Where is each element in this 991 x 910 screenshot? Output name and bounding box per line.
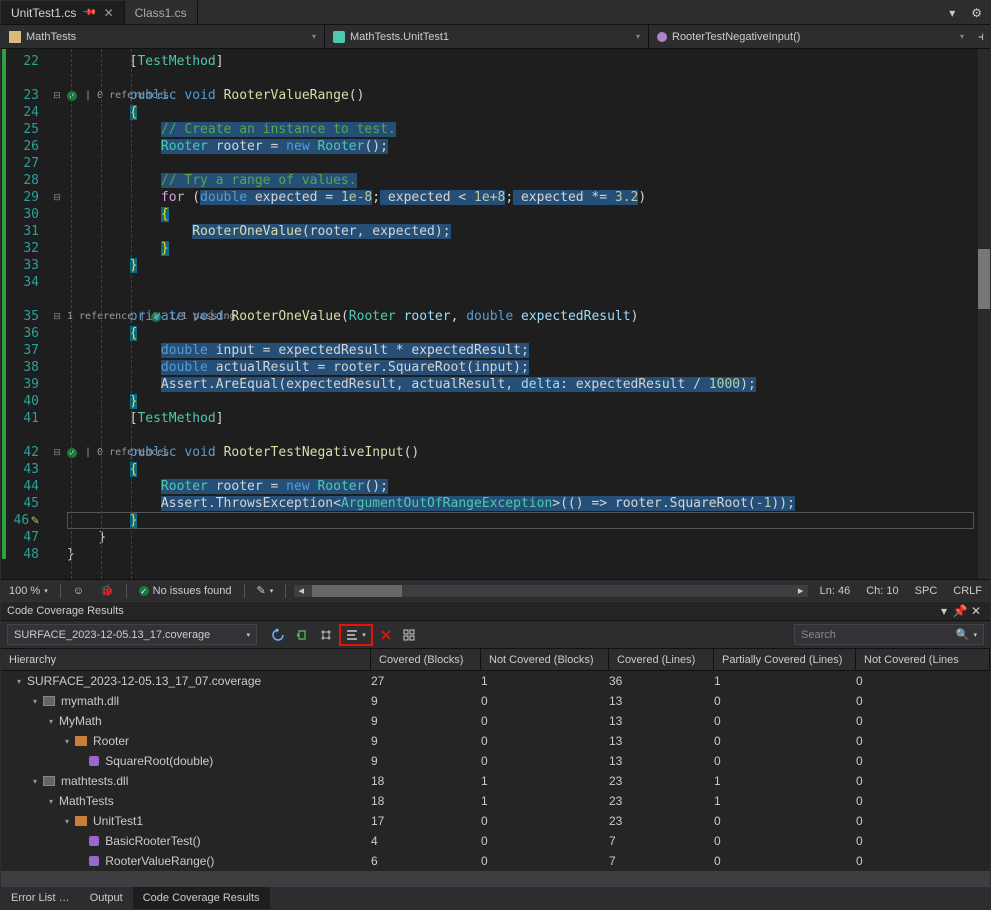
- expand-icon[interactable]: [81, 837, 83, 846]
- expand-icon[interactable]: ▾: [65, 737, 69, 746]
- refresh-icon[interactable]: [267, 624, 289, 646]
- table-row[interactable]: ▾UnitTest11702300: [1, 811, 990, 831]
- search-icon: 🔍: [956, 628, 970, 641]
- coverage-panel-header: Code Coverage Results ▾ 📌 ✕: [1, 601, 990, 621]
- lineending-indicator[interactable]: CRLF: [949, 585, 986, 597]
- tab-label: Class1.cs: [135, 6, 187, 20]
- col-covered-lines[interactable]: Covered (Lines): [609, 649, 714, 670]
- code-editor[interactable]: 2202324252627282930313233340353637383940…: [1, 49, 990, 579]
- table-row[interactable]: ▾mymath.dll901300: [1, 691, 990, 711]
- col-partial-lines[interactable]: Partially Covered (Lines): [714, 649, 856, 670]
- coverage-rows: ▾SURFACE_2023-12-05.13_17_07.coverage271…: [1, 671, 990, 871]
- pin-icon[interactable]: 📌: [82, 5, 98, 21]
- table-row[interactable]: SquareRoot(double)901300: [1, 751, 990, 771]
- table-row[interactable]: ▾Rooter901300: [1, 731, 990, 751]
- screwdriver-icon[interactable]: ✎ ▾: [253, 584, 278, 597]
- editor-status-bar: 100 % ▾ ☺ 🐞 No issues found ✎ ▾ ◂▸ Ln: 4…: [1, 579, 990, 601]
- navigation-bar: MathTests▾ MathTests.UnitTest1▾ RooterTe…: [1, 25, 990, 49]
- line-indicator[interactable]: Ln: 46: [816, 585, 855, 597]
- indent-indicator[interactable]: SPC: [911, 585, 942, 597]
- import-icon[interactable]: [291, 624, 313, 646]
- expand-icon[interactable]: ▾: [49, 797, 53, 806]
- pin-icon[interactable]: 📌: [952, 604, 968, 618]
- dll-icon: [43, 696, 55, 706]
- merge-icon[interactable]: [399, 624, 421, 646]
- overview-scrollbar[interactable]: [978, 49, 990, 579]
- col-hierarchy[interactable]: Hierarchy: [1, 649, 371, 670]
- expand-icon[interactable]: [81, 857, 83, 866]
- expand-icon[interactable]: ▾: [49, 717, 53, 726]
- tool-window-tabs: Error List … Output Code Coverage Result…: [1, 887, 990, 909]
- outlining-margin[interactable]: ⊟⊟⊟⊟: [47, 49, 67, 579]
- horizontal-scrollbar[interactable]: ◂▸: [294, 585, 807, 597]
- m-icon: [89, 836, 99, 846]
- search-input[interactable]: Search 🔍▾: [794, 624, 984, 645]
- expand-icon[interactable]: ▾: [17, 677, 21, 686]
- gear-icon[interactable]: ⚙: [963, 1, 990, 24]
- bug-icon[interactable]: 🐞: [96, 584, 118, 597]
- window-position-icon[interactable]: ▾: [936, 604, 952, 618]
- issues-status[interactable]: No issues found: [135, 585, 236, 597]
- remove-icon[interactable]: [375, 624, 397, 646]
- m-icon: [89, 756, 99, 766]
- document-tabs: UnitTest1.cs 📌 ✕ Class1.cs ▾ ⚙: [1, 1, 990, 25]
- tab-class1[interactable]: Class1.cs: [125, 1, 198, 24]
- tab-label: UnitTest1.cs: [11, 6, 76, 20]
- coverage-columns: Hierarchy Covered (Blocks) Not Covered (…: [1, 649, 990, 671]
- nav-method[interactable]: RooterTestNegativeInput()▾: [649, 25, 972, 48]
- close-icon[interactable]: ✕: [104, 6, 114, 20]
- tab-error-list[interactable]: Error List …: [1, 887, 80, 909]
- export-icon[interactable]: [315, 624, 337, 646]
- col-notcovered-lines[interactable]: Not Covered (Lines: [856, 649, 990, 670]
- panel-title: Code Coverage Results: [7, 605, 936, 617]
- coverage-file-dropdown[interactable]: SURFACE_2023-12-05.13_17.coverage▾: [7, 624, 257, 645]
- col-covered-blocks[interactable]: Covered (Blocks): [371, 649, 481, 670]
- class-icon: [333, 31, 345, 43]
- project-icon: [9, 31, 21, 43]
- feedback-icon[interactable]: ☺: [69, 585, 88, 597]
- preview-icon[interactable]: ▾: [941, 1, 963, 24]
- expand-icon[interactable]: ▾: [33, 777, 37, 786]
- expand-icon[interactable]: ▾: [33, 697, 37, 706]
- table-row[interactable]: ▾MyMath901300: [1, 711, 990, 731]
- table-row[interactable]: ▾SURFACE_2023-12-05.13_17_07.coverage271…: [1, 671, 990, 691]
- tab-output[interactable]: Output: [80, 887, 133, 909]
- tab-unittest1[interactable]: UnitTest1.cs 📌 ✕: [1, 1, 125, 24]
- col-notcovered-blocks[interactable]: Not Covered (Blocks): [481, 649, 609, 670]
- dll-icon: [43, 776, 55, 786]
- table-row[interactable]: RooterValueRange()60700: [1, 851, 990, 871]
- tab-code-coverage[interactable]: Code Coverage Results: [133, 887, 270, 909]
- close-icon[interactable]: ✕: [968, 604, 984, 618]
- table-row[interactable]: ▾MathTests1812310: [1, 791, 990, 811]
- table-row[interactable]: ▾mathtests.dll1812310: [1, 771, 990, 791]
- coverage-toolbar: SURFACE_2023-12-05.13_17.coverage▾ ▾ Sea…: [1, 621, 990, 649]
- m-icon: [89, 856, 99, 866]
- nav-scope[interactable]: MathTests▾: [1, 25, 325, 48]
- cls-icon: [75, 816, 87, 826]
- code-text[interactable]: [TestMethod]| 0 references public void R…: [67, 49, 978, 579]
- cls-icon: [75, 736, 87, 746]
- nav-type[interactable]: MathTests.UnitTest1▾: [325, 25, 649, 48]
- panel-scrollbar[interactable]: [1, 871, 990, 887]
- table-row[interactable]: BasicRooterTest()40700: [1, 831, 990, 851]
- expand-icon[interactable]: [81, 757, 83, 766]
- line-numbers: 2202324252627282930313233340353637383940…: [7, 49, 47, 579]
- show-coloring-button[interactable]: ▾: [339, 624, 373, 646]
- zoom-dropdown[interactable]: 100 % ▾: [5, 585, 52, 597]
- col-indicator[interactable]: Ch: 10: [862, 585, 902, 597]
- expand-icon[interactable]: ▾: [65, 817, 69, 826]
- method-icon: [657, 32, 667, 42]
- split-icon[interactable]: ⫞: [972, 25, 990, 48]
